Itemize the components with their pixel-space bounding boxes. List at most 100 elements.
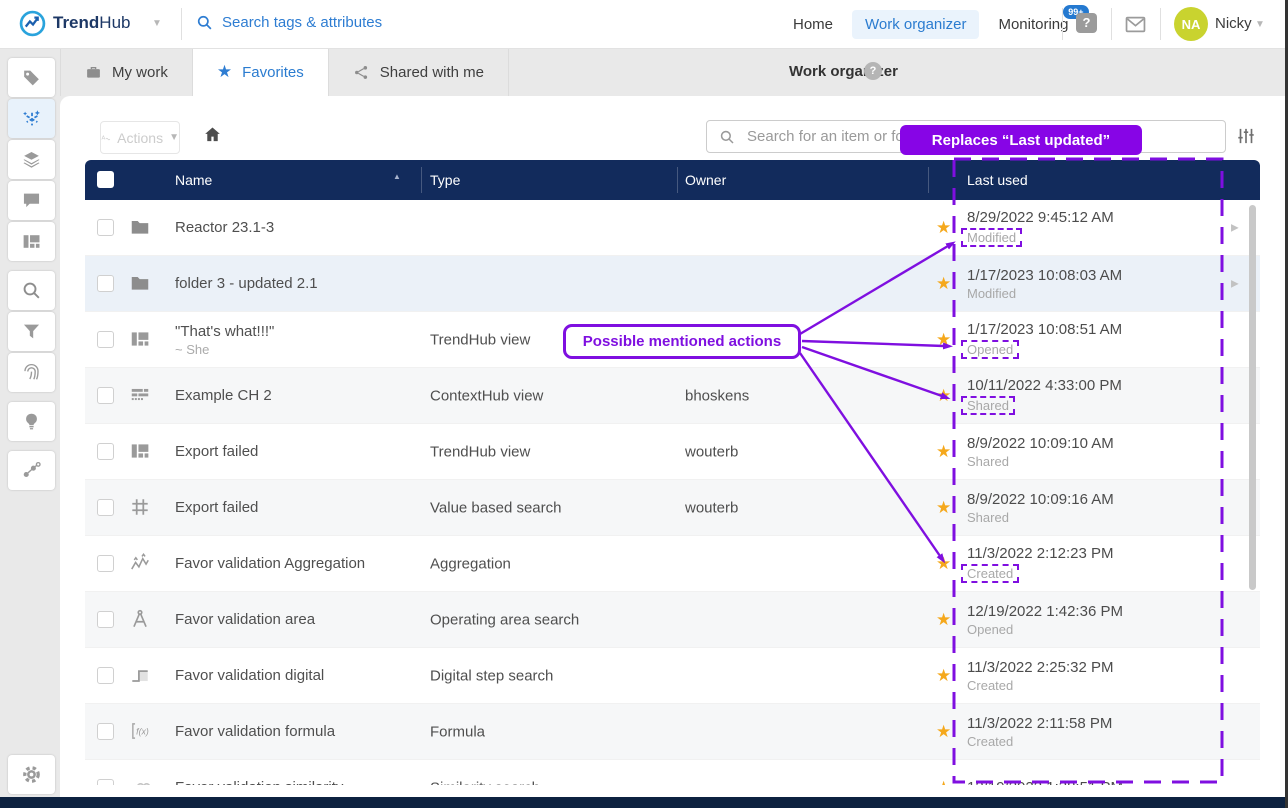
table-row[interactable]: Favor validation digitalDigital step sea… xyxy=(85,648,1260,704)
table-row[interactable]: Export failedValue based searchwouterb★8… xyxy=(85,480,1260,536)
tab-favorites[interactable]: ★Favorites xyxy=(193,48,329,96)
favorite-star-icon[interactable]: ★ xyxy=(936,778,951,786)
folder-icon xyxy=(129,272,151,294)
share-icon xyxy=(353,64,370,81)
nav-item-work-organizer[interactable]: Work organizer xyxy=(852,10,979,39)
favorite-star-icon[interactable]: ★ xyxy=(936,442,951,462)
row-checkbox[interactable] xyxy=(97,611,114,628)
tab-shared-with-me[interactable]: Shared with me xyxy=(329,48,509,96)
home-icon[interactable] xyxy=(203,125,222,144)
item-name[interactable]: Favor validation Aggregation xyxy=(175,555,365,572)
filter-settings-button[interactable] xyxy=(1232,122,1260,150)
sidebar-item-sparkles[interactable] xyxy=(8,99,55,138)
column-header-name[interactable]: Name xyxy=(175,172,212,188)
sidebar-item-fingerprint[interactable] xyxy=(8,353,55,392)
item-name[interactable]: "That's what!!!" xyxy=(175,323,274,340)
table-row[interactable]: Export failedTrendHub viewwouterb★8/9/20… xyxy=(85,424,1260,480)
page-title-help-icon[interactable]: ? xyxy=(864,62,882,80)
table-row[interactable]: Favor validation similaritySimilarity se… xyxy=(85,760,1260,785)
help-icon[interactable]: ? xyxy=(1076,13,1097,33)
similarity-search-icon xyxy=(129,776,151,785)
favorite-star-icon[interactable]: ★ xyxy=(936,330,951,350)
item-name[interactable]: Favor validation formula xyxy=(175,723,335,740)
favorite-star-icon[interactable]: ★ xyxy=(936,554,951,574)
select-all-checkbox[interactable] xyxy=(97,171,114,188)
item-name[interactable]: Favor validation similarity xyxy=(175,779,343,785)
item-name[interactable]: Example CH 2 xyxy=(175,387,272,404)
sidebar-item-gear[interactable] xyxy=(8,755,55,794)
sort-ascending-icon[interactable]: ▲ xyxy=(393,172,401,181)
actions-button[interactable]: A Actions ▼ xyxy=(100,121,180,154)
row-checkbox[interactable] xyxy=(97,723,114,740)
search-icon xyxy=(719,129,735,145)
table-row[interactable]: Favor validation AggregationAggregation★… xyxy=(85,536,1260,592)
nav-item-home[interactable]: Home xyxy=(793,16,833,33)
search-icon xyxy=(196,14,213,31)
tabs: My work★FavoritesShared with me xyxy=(60,48,509,96)
row-checkbox[interactable] xyxy=(97,667,114,684)
user-name[interactable]: Nicky xyxy=(1215,15,1252,32)
tab-my-work[interactable]: My work xyxy=(60,48,193,96)
favorite-star-icon[interactable]: ★ xyxy=(936,722,951,742)
item-name[interactable]: Export failed xyxy=(175,499,258,516)
item-name[interactable]: Reactor 23.1-3 xyxy=(175,219,274,236)
last-used-action: Created xyxy=(961,564,1019,583)
column-header-type[interactable]: Type xyxy=(430,172,460,188)
folder-icon xyxy=(129,216,151,238)
favorite-star-icon[interactable]: ★ xyxy=(936,666,951,686)
table-row[interactable]: Favor validation areaOperating area sear… xyxy=(85,592,1260,648)
left-sidebar xyxy=(8,58,55,798)
sidebar-item-chat[interactable] xyxy=(8,181,55,220)
column-header-last-used[interactable]: Last used xyxy=(967,172,1028,188)
divider xyxy=(677,167,678,193)
item-name[interactable]: folder 3 - updated 2.1 xyxy=(175,275,318,292)
row-checkbox[interactable] xyxy=(97,275,114,292)
global-search-placeholder: Search tags & attributes xyxy=(222,14,382,31)
favorite-star-icon[interactable]: ★ xyxy=(936,610,951,630)
sidebar-item-layers[interactable] xyxy=(8,140,55,179)
table-row[interactable]: Example CH 2ContextHub viewbhoskens★10/1… xyxy=(85,368,1260,424)
favorite-star-icon[interactable]: ★ xyxy=(936,386,951,406)
table-row[interactable]: Reactor 23.1-3★8/29/2022 9:45:12 AMModif… xyxy=(85,200,1260,256)
sidebar-item-search[interactable] xyxy=(8,271,55,310)
divider xyxy=(181,8,182,40)
table-row[interactable]: folder 3 - updated 2.1★1/17/2023 10:08:0… xyxy=(85,256,1260,312)
item-name[interactable]: Favor validation area xyxy=(175,611,315,628)
row-checkbox[interactable] xyxy=(97,443,114,460)
sidebar-item-funnel[interactable] xyxy=(8,312,55,351)
annotation-badge: Replaces “Last updated” xyxy=(900,125,1142,155)
last-used-date: 1/17/2023 10:08:51 AM xyxy=(967,321,1122,338)
row-checkbox[interactable] xyxy=(97,779,114,785)
row-checkbox[interactable] xyxy=(97,555,114,572)
mail-icon[interactable] xyxy=(1124,13,1147,36)
fingerprint-icon xyxy=(21,362,42,383)
sidebar-item-graph[interactable] xyxy=(8,451,55,490)
expand-chevron-icon[interactable]: ▶ xyxy=(1231,278,1239,289)
table-row[interactable]: f(x)Favor validation formulaFormula★11/3… xyxy=(85,704,1260,760)
brand-chevron-down-icon[interactable]: ▼ xyxy=(152,18,162,29)
trendhub-logo-icon[interactable] xyxy=(19,10,46,37)
sidebar-item-dashboard[interactable] xyxy=(8,222,55,261)
user-chevron-down-icon[interactable]: ▼ xyxy=(1255,19,1265,30)
column-header-owner[interactable]: Owner xyxy=(685,172,726,188)
favorite-star-icon[interactable]: ★ xyxy=(936,218,951,238)
sidebar-item-lightbulb[interactable] xyxy=(8,402,55,441)
row-checkbox[interactable] xyxy=(97,219,114,236)
sidebar-item-tag[interactable] xyxy=(8,58,55,97)
vertical-scrollbar[interactable] xyxy=(1249,205,1256,590)
item-type: Value based search xyxy=(430,499,561,516)
nav-item-monitoring[interactable]: Monitoring99+ xyxy=(998,16,1068,33)
expand-chevron-icon[interactable]: ▶ xyxy=(1231,222,1239,233)
row-checkbox[interactable] xyxy=(97,387,114,404)
item-name[interactable]: Export failed xyxy=(175,443,258,460)
item-name[interactable]: Favor validation digital xyxy=(175,667,324,684)
row-checkbox[interactable] xyxy=(97,331,114,348)
global-search[interactable]: Search tags & attributes xyxy=(196,14,382,31)
row-checkbox[interactable] xyxy=(97,499,114,516)
user-avatar[interactable]: NA xyxy=(1174,7,1208,41)
favorite-star-icon[interactable]: ★ xyxy=(936,274,951,294)
item-owner: wouterb xyxy=(685,499,738,516)
formula-icon: f(x) xyxy=(129,720,151,742)
favorite-star-icon[interactable]: ★ xyxy=(936,498,951,518)
tab-label: Favorites xyxy=(242,64,304,81)
